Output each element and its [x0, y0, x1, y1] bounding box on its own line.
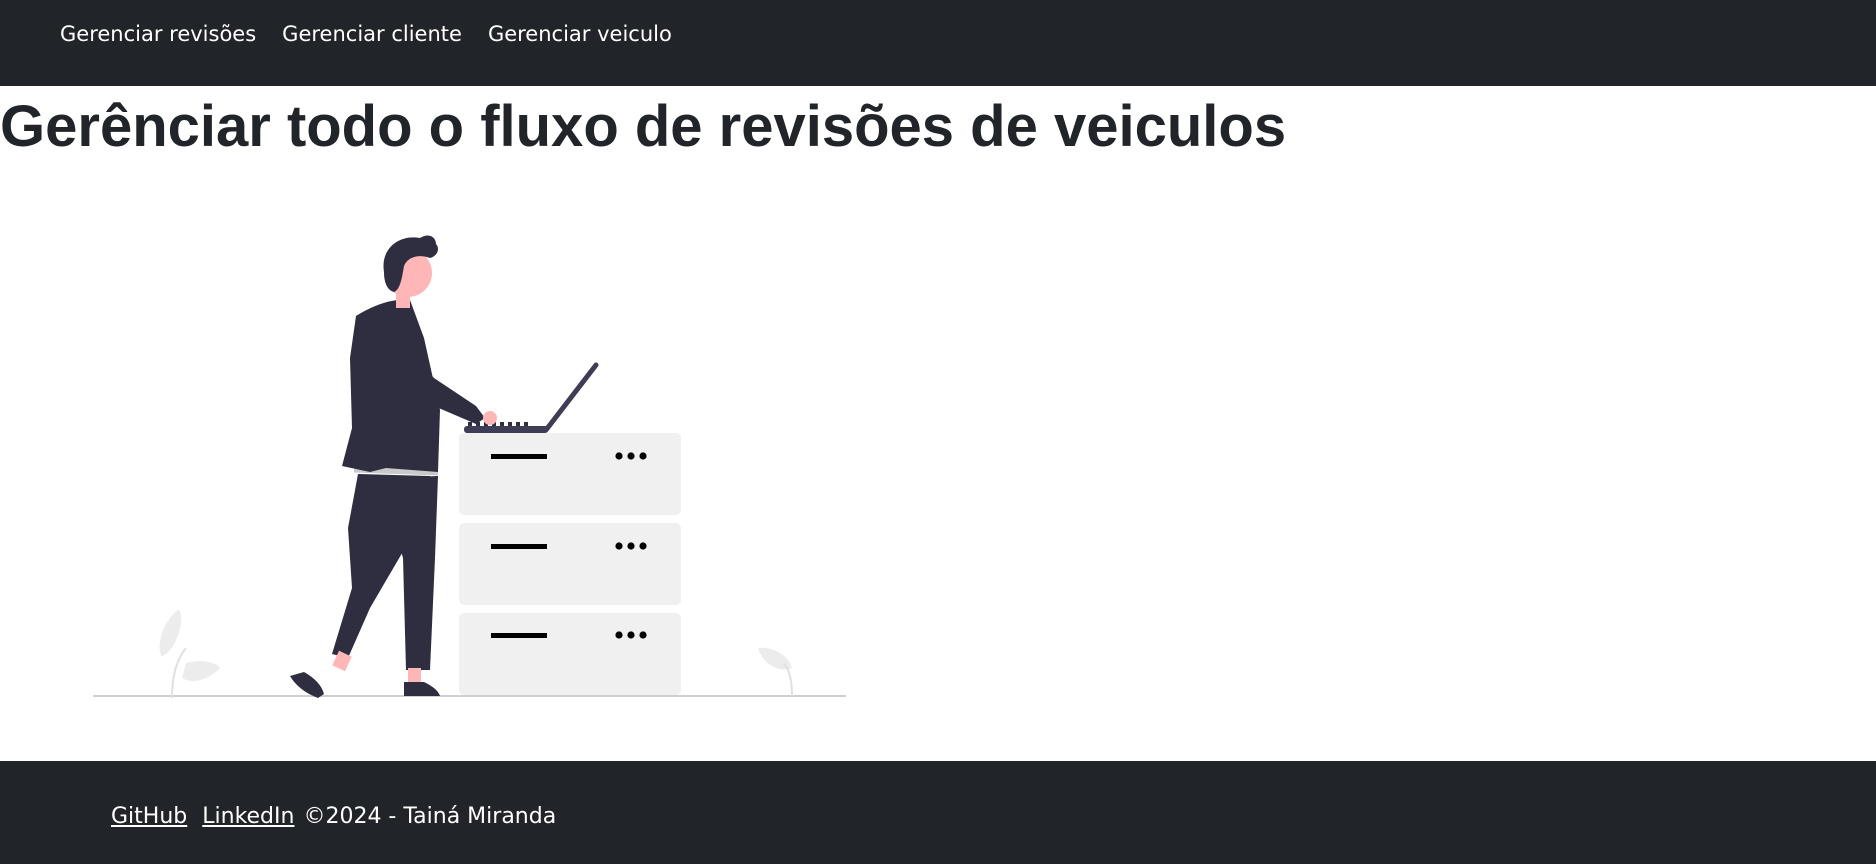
footer-content: GitHub LinkedIn ©2024 - Tainá Miranda — [111, 802, 556, 832]
person-at-server-with-laptop-illustration — [93, 235, 846, 699]
page-title: Gerênciar todo o fluxo de revisões de ve… — [0, 94, 1287, 159]
server-stack-icon — [459, 433, 681, 695]
server-unit-1 — [459, 433, 681, 515]
hero-illustration — [90, 228, 850, 704]
top-navbar: Gerenciar revisões Gerenciar cliente Ger… — [0, 0, 1876, 86]
laptop-icon — [464, 362, 599, 433]
footer-link-linkedin[interactable]: LinkedIn — [202, 802, 294, 832]
server-unit-2 — [459, 523, 681, 605]
nav-link-gerenciar-veiculo[interactable]: Gerenciar veiculo — [488, 19, 672, 49]
nav-links: Gerenciar revisões Gerenciar cliente Ger… — [60, 19, 698, 49]
plant-left-icon — [159, 609, 220, 699]
server-unit-3 — [459, 613, 681, 695]
nav-link-gerenciar-revisoes[interactable]: Gerenciar revisões — [60, 19, 256, 49]
footer-copyright: ©2024 - Tainá Miranda — [303, 804, 557, 829]
nav-link-gerenciar-cliente[interactable]: Gerenciar cliente — [282, 19, 462, 49]
plant-right-icon — [758, 647, 793, 697]
footer-link-github[interactable]: GitHub — [111, 802, 187, 832]
